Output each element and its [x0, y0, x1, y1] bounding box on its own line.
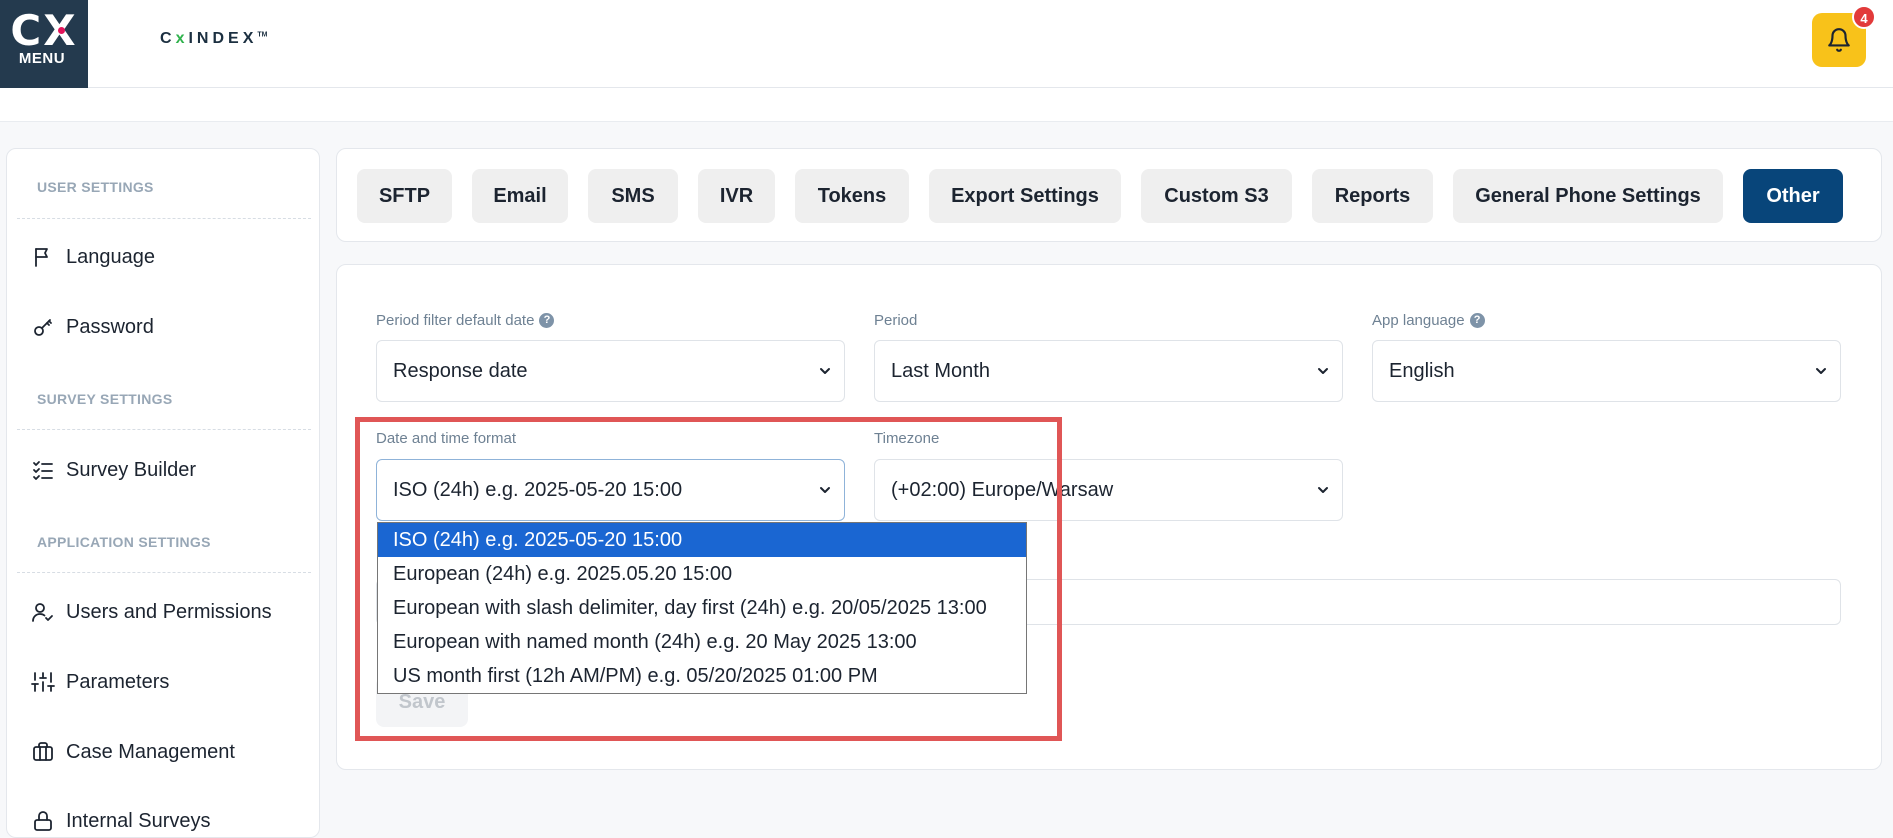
chevron-down-icon [820, 368, 830, 374]
tab-ivr[interactable]: IVR [698, 169, 775, 223]
tab-sms[interactable]: SMS [588, 169, 678, 223]
help-icon[interactable]: ? [1469, 313, 1485, 328]
sidebar-item-label: Language [66, 245, 155, 268]
period-value: Last Month [891, 360, 990, 382]
sidebar-item-survey-builder[interactable]: Survey Builder [31, 450, 311, 490]
tab-export-settings[interactable]: Export Settings [929, 169, 1121, 223]
sidebar-item-users-and-permissions[interactable]: Users and Permissions [31, 592, 311, 632]
sidebar-item-label: Users and Permissions [66, 600, 272, 623]
date-format-options-list: ISO (24h) e.g. 2025-05-20 15:00 European… [377, 522, 1027, 694]
period-label: Period [874, 312, 918, 329]
chevron-down-icon [820, 487, 830, 493]
section-title-application-settings: APPLICATION SETTINGS [37, 534, 211, 550]
sidebar-item-label: Internal Surveys [66, 809, 211, 832]
app-language-label: App language ? [1372, 312, 1485, 329]
tab-email[interactable]: Email [472, 169, 568, 223]
sidebar-item-password[interactable]: Password [31, 307, 311, 347]
timezone-select[interactable]: (+02:00) Europe/Warsaw [874, 459, 1343, 521]
key-icon [34, 319, 52, 336]
brand-rest: INDEX [188, 30, 258, 47]
chevron-down-icon [1318, 368, 1328, 374]
timezone-label: Timezone [874, 430, 940, 447]
menu-button[interactable]: CX MENU [0, 0, 88, 88]
sidebar-item-label: Parameters [66, 670, 170, 693]
chevron-down-icon [1318, 487, 1328, 493]
tab-sftp[interactable]: SFTP [357, 169, 452, 223]
chevron-down-icon [1816, 368, 1826, 374]
timezone-value: (+02:00) Europe/Warsaw [891, 479, 1114, 501]
period-filter-label-text: Period filter default date [376, 312, 535, 329]
period-select[interactable]: Last Month [874, 340, 1343, 402]
date-format-value: ISO (24h) e.g. 2025-05-20 15:00 [393, 479, 683, 501]
notification-count-badge: 4 [1852, 5, 1876, 29]
top-bar: CX MENU CxINDEXTM 4 [0, 0, 1893, 88]
dropdown-option[interactable]: US month first (12h AM/PM) e.g. 05/20/20… [378, 659, 1026, 693]
cx-logo-text: CX [10, 6, 78, 55]
sidebar-item-language[interactable]: Language [31, 237, 311, 277]
sliders-icon [31, 672, 55, 692]
tab-general-phone-settings[interactable]: General Phone Settings [1453, 169, 1723, 223]
section-divider [17, 429, 311, 430]
sidebar-item-parameters[interactable]: Parameters [31, 662, 311, 702]
section-divider [17, 218, 311, 219]
help-icon[interactable]: ? [539, 313, 555, 328]
dropdown-option[interactable]: European with named month (24h) e.g. 20 … [378, 625, 1026, 659]
tab-reports[interactable]: Reports [1312, 169, 1433, 223]
flag-icon [35, 248, 48, 267]
sidebar-item-label: Password [66, 315, 154, 338]
brand-tm: TM [257, 31, 268, 39]
dropdown-option[interactable]: European with slash delimiter, day first… [378, 591, 1026, 625]
sidebar-item-label: Survey Builder [66, 458, 197, 481]
tab-custom-s3[interactable]: Custom S3 [1141, 169, 1292, 223]
logo-dot [58, 27, 65, 34]
brand-x: x [175, 30, 189, 47]
date-format-label: Date and time format [376, 430, 517, 447]
sidebar-item-case-management[interactable]: Case Management [31, 732, 311, 772]
dropdown-option[interactable]: European (24h) e.g. 2025.05.20 15:00 [378, 557, 1026, 591]
settings-tabs: SFTP Email SMS IVR Tokens Export Setting… [336, 148, 1882, 242]
cx-logo: CX [8, 10, 80, 52]
checklist-icon [33, 461, 53, 480]
date-format-select[interactable]: ISO (24h) e.g. 2025-05-20 15:00 [376, 459, 845, 521]
user-check-icon [32, 603, 53, 622]
bell-icon [1828, 28, 1850, 52]
briefcase-icon [33, 742, 53, 761]
period-filter-select[interactable]: Response date [376, 340, 845, 402]
tab-other[interactable]: Other [1743, 169, 1843, 223]
section-title-user-settings: USER SETTINGS [37, 179, 154, 195]
sidebar-item-label: Case Management [66, 740, 235, 763]
sub-bar [0, 88, 1893, 122]
period-filter-label: Period filter default date ? [376, 312, 555, 329]
app-language-label-text: App language [1372, 312, 1465, 329]
lock-icon [34, 811, 52, 831]
brand-logo[interactable]: CxINDEXTM [160, 30, 267, 48]
app-language-select[interactable]: English [1372, 340, 1841, 402]
section-divider [17, 572, 311, 573]
dropdown-option[interactable]: ISO (24h) e.g. 2025-05-20 15:00 [378, 523, 1026, 557]
period-filter-value: Response date [393, 360, 528, 382]
settings-sidebar: USER SETTINGS Language Password SURVEY S… [6, 148, 320, 838]
menu-label: MENU [18, 50, 66, 67]
tab-tokens[interactable]: Tokens [795, 169, 909, 223]
section-title-survey-settings: SURVEY SETTINGS [37, 391, 173, 407]
brand-prefix: C [160, 30, 176, 47]
app-language-value: English [1389, 360, 1455, 382]
